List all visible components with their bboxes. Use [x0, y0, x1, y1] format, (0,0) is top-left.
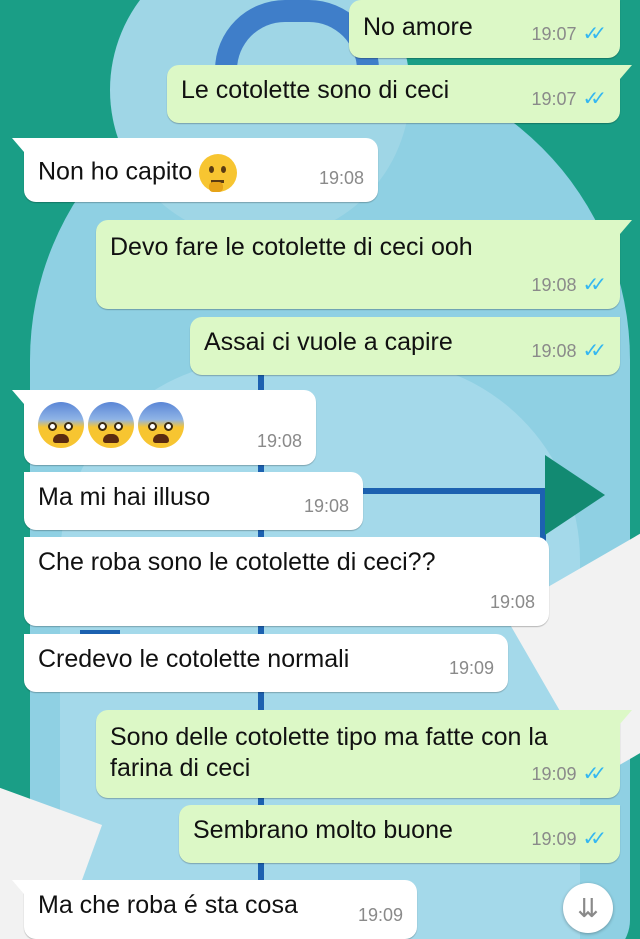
message-time: 19:09 — [448, 658, 494, 678]
message-time: 19:09 — [531, 764, 577, 784]
message-time: 19:08 — [318, 168, 364, 188]
message-time: 19:08 — [256, 431, 302, 451]
message-text: No amore — [363, 13, 473, 41]
message-outgoing[interactable]: Le cotolette sono di ceci 19:07 ✓✓ — [167, 65, 632, 123]
message-text: Ma che roba é sta cosa — [38, 891, 298, 919]
message-outgoing[interactable]: No amore 19:07 ✓✓ — [349, 0, 620, 58]
double-chevron-down-icon: ⇊ — [577, 893, 599, 923]
message-outgoing[interactable]: Sembrano molto buone 19:09 ✓✓ — [179, 805, 620, 863]
read-receipt-icon: ✓✓ — [582, 274, 606, 296]
read-receipt-icon: ✓✓ — [582, 88, 606, 110]
message-time: 19:07 — [531, 24, 577, 44]
message-time: 19:08 — [303, 496, 349, 516]
fearful-face-icon — [38, 402, 84, 448]
read-receipt-icon: ✓✓ — [582, 340, 606, 362]
message-incoming[interactable]: Che roba sono le cotolette di ceci?? 19:… — [24, 537, 549, 626]
message-text: Assai ci vuole a capire — [204, 328, 453, 356]
message-incoming[interactable]: Non ho capito 19:08 — [12, 138, 378, 202]
message-text: Non ho capito — [38, 157, 193, 186]
message-incoming[interactable]: Ma mi hai illuso 19:08 — [24, 472, 363, 530]
fearful-face-icon — [138, 402, 184, 448]
read-receipt-icon: ✓✓ — [582, 763, 606, 785]
scroll-to-bottom-button[interactable]: ⇊ — [563, 883, 613, 933]
message-time: 19:09 — [531, 829, 577, 849]
message-incoming[interactable]: 19:08 — [12, 390, 316, 465]
message-time: 19:07 — [531, 89, 577, 109]
wallpaper-shape — [545, 455, 605, 535]
message-text: Ma mi hai illuso — [38, 483, 211, 511]
message-text: Sono delle cotolette tipo ma fatte con l… — [110, 723, 548, 782]
read-receipt-icon: ✓✓ — [582, 23, 606, 45]
message-text: Credevo le cotolette normali — [38, 645, 350, 673]
message-incoming[interactable]: Credevo le cotolette normali 19:09 — [24, 634, 508, 692]
wallpaper-line — [360, 488, 560, 494]
message-text: Sembrano molto buone — [193, 816, 453, 844]
message-time: 19:08 — [531, 341, 577, 361]
fearful-face-icon — [88, 402, 134, 448]
read-receipt-icon: ✓✓ — [582, 828, 606, 850]
message-time: 19:09 — [357, 905, 403, 925]
message-outgoing[interactable]: Sono delle cotolette tipo ma fatte con l… — [96, 710, 632, 798]
message-incoming[interactable]: Ma che roba é sta cosa 19:09 — [12, 880, 417, 939]
message-text: Le cotolette sono di ceci — [181, 76, 450, 104]
message-outgoing[interactable]: Assai ci vuole a capire 19:08 ✓✓ — [190, 317, 620, 375]
message-text: Devo fare le cotolette di ceci ooh — [110, 233, 473, 261]
message-text: Che roba sono le cotolette di ceci?? — [38, 548, 436, 576]
message-time: 19:08 — [531, 275, 577, 295]
message-outgoing[interactable]: Devo fare le cotolette di ceci ooh 19:08… — [96, 220, 632, 309]
thinking-face-icon — [199, 154, 238, 192]
message-time: 19:08 — [489, 592, 535, 612]
